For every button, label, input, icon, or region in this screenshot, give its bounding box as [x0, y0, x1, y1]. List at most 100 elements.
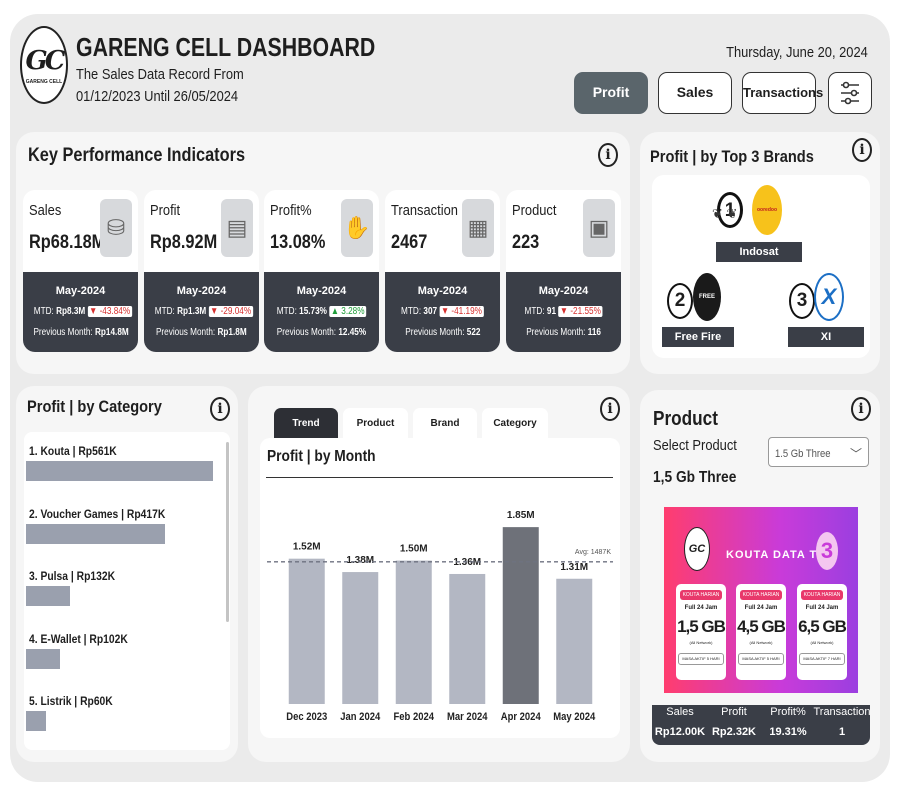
- kpi-change-badge: ▼ -41.19%: [439, 306, 484, 317]
- tri-logo: 3: [816, 532, 838, 570]
- category-bar[interactable]: [26, 711, 46, 731]
- category-title: Profit | by Category: [27, 397, 162, 416]
- package-line: Full 24 Jam: [744, 605, 778, 611]
- package-size: 6,5 GB: [798, 617, 847, 636]
- kpi-previous-month: Previous Month: 116: [526, 327, 601, 338]
- kpi-footer: May-2024 MTD: Rp1.3M ▼ -29.04% Previous Mo…: [144, 272, 259, 352]
- kpi-value: 2467: [391, 232, 428, 253]
- category-bar[interactable]: [26, 648, 60, 669]
- package-line: Full 24 Jam: [684, 605, 718, 611]
- chart-title: Profit | by Month: [267, 448, 376, 465]
- kpi-label: Profit: [150, 202, 181, 219]
- package-size: 4,5 GB: [737, 617, 786, 636]
- kpi-change-badge: ▼ -43.84%: [87, 306, 132, 317]
- kpi-mtd: MTD: 91 ▼ -21.55%: [524, 306, 603, 317]
- package-tag: KOUTA HARIAN: [680, 590, 722, 600]
- rank-2-badge: 2: [667, 283, 693, 319]
- kpi-title: Key Performance Indicators: [28, 145, 246, 166]
- coins-icon: ⛁: [100, 199, 132, 257]
- product-title: Product: [653, 408, 718, 430]
- logo-mark: GC: [25, 46, 66, 76]
- brands-info-icon[interactable]: i: [852, 138, 872, 162]
- kpi-value: 223: [512, 232, 540, 253]
- receipt-icon: ▦: [462, 199, 494, 257]
- kpi-card-profit: Profit Rp8.92M ▤ May-2024 MTD: Rp1.3M ▼ -29.…: [144, 190, 259, 352]
- tab-category-details[interactable]: Category Details: [482, 408, 548, 461]
- chart-card: [260, 438, 620, 738]
- freefire-logo: FREE FIRE: [693, 273, 721, 348]
- brand-name-2: Free Fire: [662, 327, 734, 347]
- kpi-info-icon[interactable]: i: [598, 143, 618, 167]
- selected-product-name: 1,5 Gb Three: [653, 469, 737, 486]
- category-label: 2. Voucher Games | Rp417K: [29, 506, 166, 521]
- product-dropdown[interactable]: 1.5 Gb Three ﹀: [768, 437, 869, 467]
- filter-button[interactable]: [828, 72, 872, 114]
- kpi-card-profit-pct: Profit% 13.08% ✋ May-2024 MTD: 15.73% ▲ 3.28…: [264, 190, 379, 352]
- chart-title-rule: [266, 477, 613, 478]
- category-bar[interactable]: [26, 523, 165, 544]
- category-info-icon[interactable]: i: [210, 397, 230, 421]
- money-icon: ▤: [221, 199, 253, 257]
- sliders-icon: [841, 81, 859, 105]
- kpi-change-badge: ▲ 3.28%: [329, 306, 367, 317]
- kpi-change-badge: ▼ -21.55%: [558, 306, 603, 317]
- select-product-label: Select Product: [653, 437, 737, 454]
- kpi-card-transaction: Transaction 2467 ▦ May-2024 MTD: 307 ▼ -41.1…: [385, 190, 500, 352]
- kpi-mtd: MTD: 15.73% ▲ 3.28%: [276, 306, 367, 317]
- product-stat-value: 1: [838, 726, 846, 738]
- dashboard-title: GARENG CELL DASHBOARD: [76, 32, 376, 62]
- promo-logo: GC: [684, 527, 710, 571]
- kpi-footer: May-2024 MTD: 91 ▼ -21.55% Previous Month:…: [506, 272, 621, 352]
- indosat-logo: ooredoo: [752, 185, 782, 235]
- package-network: (All Network): [749, 640, 773, 645]
- trend-info-icon[interactable]: i: [600, 397, 620, 421]
- logo-caption: GARENG CELL: [25, 79, 63, 85]
- promo-title: KOUTA DATA TRI: [726, 549, 831, 561]
- kpi-label: Transaction: [391, 202, 458, 219]
- kpi-previous-month: Previous Month: 522: [404, 327, 481, 338]
- kpi-value: 13.08%: [270, 232, 326, 253]
- kpi-mtd: MTD: Rp1.3M ▼ -29.04%: [154, 306, 253, 317]
- kpi-label: Product: [512, 202, 557, 219]
- kpi-footer: May-2024 MTD: Rp8.3M ▼ -43.84% Previous Mo…: [23, 272, 138, 352]
- brand-name-3: XI: [788, 327, 864, 347]
- category-bar[interactable]: [26, 461, 213, 481]
- transactions-button[interactable]: Transactions: [742, 72, 823, 114]
- product-stat-header: Transaction: [813, 706, 871, 718]
- kpi-previous-month: Previous Month: Rp1.8M: [156, 327, 247, 338]
- chevron-down-icon: ﹀: [849, 447, 862, 461]
- kpi-month: May-2024: [417, 285, 468, 297]
- package-network: (All Network): [810, 640, 834, 645]
- category-label: 4. E-Wallet | Rp102K: [29, 631, 128, 646]
- category-label: 3. Pulsa | Rp132K: [29, 569, 116, 583]
- brand-name-1: Indosat: [716, 242, 802, 262]
- package-card: KOUTA HARIAN Full 24 Jam 4,5 GB (All Networ…: [736, 584, 786, 680]
- sales-button[interactable]: Sales: [658, 72, 732, 114]
- kpi-footer: May-2024 MTD: 15.73% ▲ 3.28% Previous Mont…: [264, 272, 379, 352]
- profit-button[interactable]: Profit: [574, 72, 648, 114]
- category-label: 1. Kouta | Rp561K: [29, 444, 117, 458]
- category-bar[interactable]: [26, 586, 70, 606]
- package-line: Full 24 Jam: [805, 605, 839, 611]
- tab-trend-analysis[interactable]: Trend Analysis: [274, 408, 338, 461]
- subtitle: The Sales Data Record From: [76, 66, 244, 83]
- package-size: 1,5 GB: [677, 617, 726, 636]
- kpi-label: Profit%: [270, 202, 312, 219]
- kpi-previous-month: Previous Month: 12.45%: [276, 327, 367, 338]
- kpi-value: Rp8.92M: [150, 232, 218, 253]
- kpi-change-badge: ▼ -29.04%: [208, 306, 253, 317]
- kpi-previous-month: Previous Month: Rp14.8M: [33, 327, 129, 338]
- product-info-icon[interactable]: i: [851, 397, 871, 421]
- package-tag: KOUTA HARIAN: [801, 590, 843, 600]
- laurel-icon: ❦ ❦: [712, 206, 738, 221]
- tab-brand-details[interactable]: Brand Details: [413, 408, 477, 461]
- category-scrollbar[interactable]: [226, 442, 229, 622]
- package-active: MASA AKTIF 5 HARI: [678, 653, 724, 665]
- kpi-card-product: Product 223 ▣ May-2024 MTD: 91 ▼ -21.55% Prev…: [506, 190, 621, 352]
- brands-title: Profit | by Top 3 Brands: [650, 147, 814, 166]
- package-card: KOUTA HARIAN Full 24 Jam 6,5 GB (All Networ…: [797, 584, 847, 680]
- current-date: Thursday, June 20, 2024: [726, 44, 868, 61]
- logo: GC GARENG CELL: [20, 26, 68, 104]
- tab-product-details[interactable]: Product Details: [343, 408, 408, 461]
- package-active: MASA AKTIF 7 HARI: [799, 653, 845, 665]
